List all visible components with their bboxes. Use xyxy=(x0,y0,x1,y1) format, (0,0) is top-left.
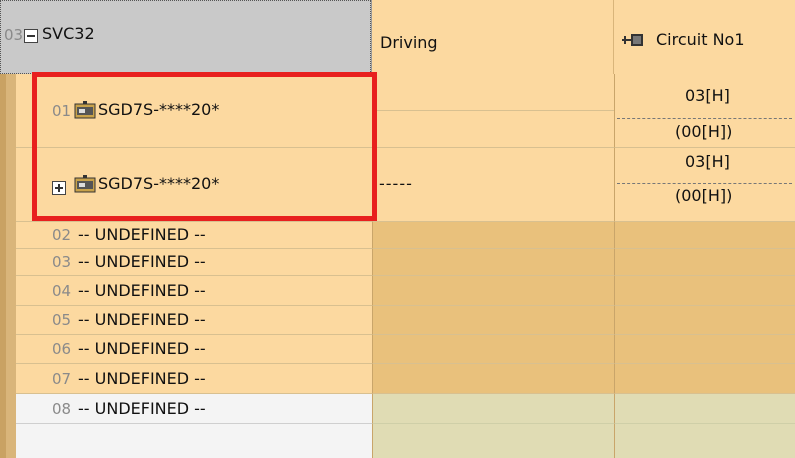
expand-button[interactable] xyxy=(52,177,66,196)
axis-number: 03 xyxy=(4,26,24,44)
device-2-circuit-cell[interactable]: 03[H] (00[H]) xyxy=(614,148,795,222)
device-name: SGD7S-****20* xyxy=(98,174,220,193)
row-label: -- UNDEFINED -- xyxy=(78,369,206,388)
undefined-driving-cell[interactable] xyxy=(372,249,614,276)
device-1-circuit: 03[H] xyxy=(685,86,730,105)
group-label: SVC32 xyxy=(42,24,95,43)
undefined-row[interactable]: 02 -- UNDEFINED -- xyxy=(16,222,372,249)
device-row-1[interactable]: 01 SGD7S-****20* xyxy=(16,74,372,148)
undefined-driving-cell[interactable] xyxy=(372,424,614,458)
undefined-driving-cell[interactable] xyxy=(372,335,614,364)
undefined-circuit-cell[interactable] xyxy=(614,249,795,276)
row-label: -- UNDEFINED -- xyxy=(78,399,206,418)
row-index: 08 xyxy=(52,400,72,418)
undefined-circuit-cell[interactable] xyxy=(614,424,795,458)
row-label: -- UNDEFINED -- xyxy=(78,310,206,329)
undefined-circuit-cell[interactable] xyxy=(614,306,795,335)
circuit-connector-icon xyxy=(622,32,644,51)
device-2-circuit-sub: (00[H]) xyxy=(675,186,733,205)
undefined-row[interactable]: 05 -- UNDEFINED -- xyxy=(16,306,372,335)
servo-drive-icon xyxy=(74,101,96,123)
undefined-circuit-cell[interactable] xyxy=(614,222,795,249)
undefined-circuit-cell[interactable] xyxy=(614,394,795,424)
servo-drive-icon xyxy=(74,175,96,197)
undefined-driving-cell[interactable] xyxy=(372,276,614,306)
undefined-row[interactable]: 04 -- UNDEFINED -- xyxy=(16,276,372,306)
row-label: -- UNDEFINED -- xyxy=(78,281,206,300)
undefined-circuit-cell[interactable] xyxy=(614,364,795,394)
row-index: 07 xyxy=(52,370,72,388)
device-1-circuit-cell[interactable]: 03[H] (00[H]) xyxy=(614,74,795,148)
undefined-row[interactable]: 07 -- UNDEFINED -- xyxy=(16,364,372,394)
minus-box-icon[interactable] xyxy=(24,28,38,43)
device-1-circuit-sub: (00[H]) xyxy=(675,122,733,141)
row-label: -- UNDEFINED -- xyxy=(78,339,206,358)
undefined-driving-cell[interactable] xyxy=(372,222,614,249)
undefined-driving-cell[interactable] xyxy=(372,364,614,394)
device-1-driving-cell-top[interactable] xyxy=(372,74,614,111)
row-index: 06 xyxy=(52,340,72,358)
row-label: -- UNDEFINED -- xyxy=(78,252,206,271)
undefined-driving-cell[interactable] xyxy=(372,394,614,424)
circuit-header-label: Circuit No1 xyxy=(656,30,745,49)
collapse-button[interactable] xyxy=(24,25,38,44)
row-index: 02 xyxy=(52,226,72,244)
divider-dashed xyxy=(617,118,792,119)
undefined-circuit-cell[interactable] xyxy=(614,335,795,364)
plus-box-icon[interactable] xyxy=(52,180,66,195)
undefined-driving-cell[interactable] xyxy=(372,306,614,335)
device-2-driving: ----- xyxy=(379,174,413,193)
row-index: 04 xyxy=(52,282,72,300)
undefined-row[interactable]: 03 -- UNDEFINED -- xyxy=(16,249,372,276)
device-index: 01 xyxy=(52,102,72,120)
divider-dashed xyxy=(617,183,792,184)
driving-header-label: Driving xyxy=(380,33,438,52)
module-configuration-grid: 03 SVC32 Driving Circuit No1 01 SGD7S-**… xyxy=(0,0,795,458)
device-1-driving-cell-bottom[interactable] xyxy=(372,111,614,148)
gutter-edge xyxy=(0,74,6,458)
row-label: -- UNDEFINED -- xyxy=(78,225,206,244)
circuit-column-header[interactable]: Circuit No1 xyxy=(614,0,795,74)
undefined-row[interactable] xyxy=(16,424,372,458)
group-header-cell[interactable]: 03 SVC32 xyxy=(0,0,372,74)
device-name: SGD7S-****20* xyxy=(98,100,220,119)
row-index: 05 xyxy=(52,311,72,329)
undefined-row[interactable]: 08 -- UNDEFINED -- xyxy=(16,394,372,424)
driving-column-header[interactable]: Driving xyxy=(372,0,614,74)
device-row-2[interactable]: SGD7S-****20* xyxy=(16,148,372,222)
device-2-circuit: 03[H] xyxy=(685,152,730,171)
undefined-row[interactable]: 06 -- UNDEFINED -- xyxy=(16,335,372,364)
row-index: 03 xyxy=(52,253,72,271)
undefined-circuit-cell[interactable] xyxy=(614,276,795,306)
device-2-driving-cell[interactable]: ----- xyxy=(372,148,614,222)
